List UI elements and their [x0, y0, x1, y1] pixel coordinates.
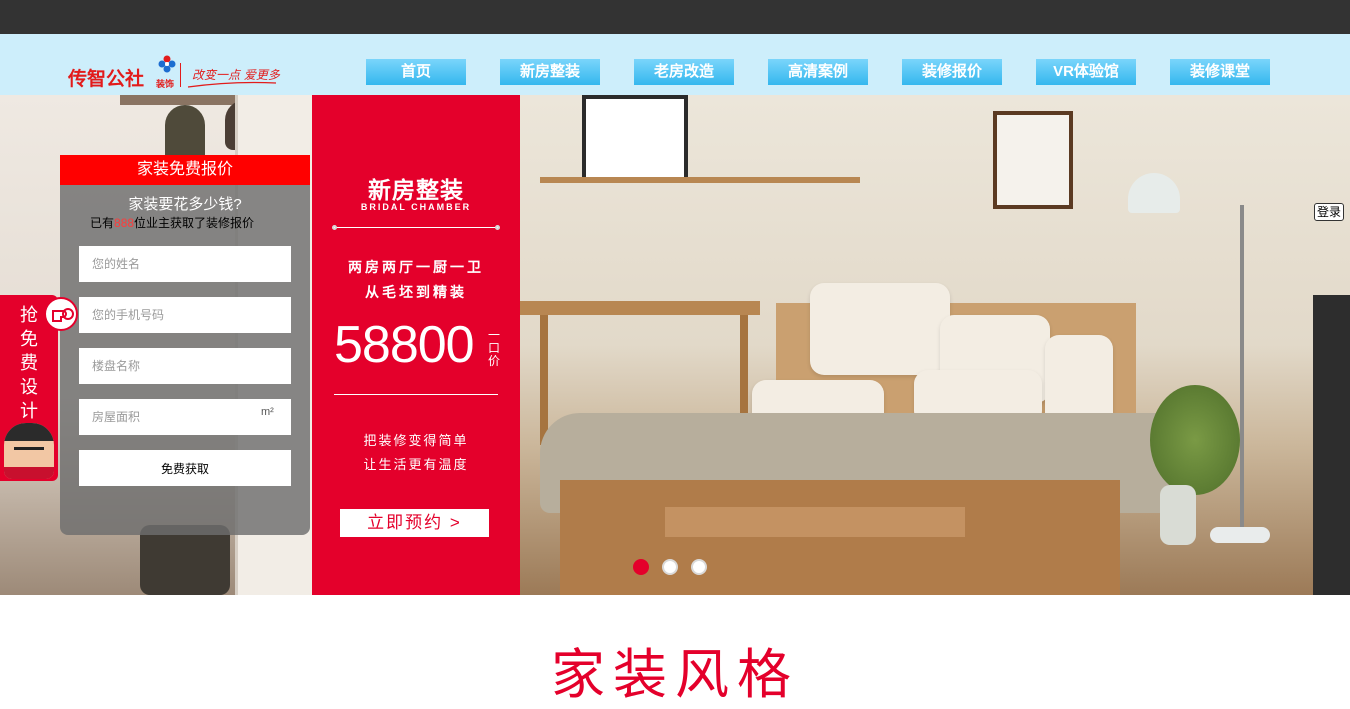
photo-desk-leg-1	[540, 315, 548, 445]
right-sidebar	[1313, 295, 1350, 595]
note-prefix: 已有	[90, 216, 115, 230]
photo-lamp-shade	[1128, 173, 1180, 213]
section-title: 家装风格	[551, 643, 799, 706]
photo-pot	[140, 525, 230, 595]
promo-desc-line2: 从毛坯到精装	[365, 284, 467, 300]
logo-brand-text: 传智公社	[68, 69, 145, 90]
promo-slogan: 把装修变得简单 让生活更有温度	[312, 429, 520, 477]
carousel-dot-3[interactable]	[691, 559, 707, 575]
promo-description: 两房两厅一厨一卫 从毛坯到精装	[312, 255, 520, 305]
nav-item-pricing[interactable]: 装修报价	[902, 59, 1002, 85]
building-input[interactable]	[79, 348, 291, 384]
photo-shelf	[540, 177, 860, 183]
quote-form-title: 家装免费报价	[60, 155, 310, 185]
banner-room-photo	[520, 95, 1350, 595]
nav-item-home[interactable]: 首页	[366, 59, 466, 85]
book-now-button[interactable]: 立即预约 >	[340, 509, 489, 537]
nav-item-cases[interactable]: 高清案例	[768, 59, 868, 85]
login-button[interactable]: 登录	[1314, 203, 1344, 221]
avatar-hair	[4, 423, 54, 441]
quote-form-note: 已有888位业主获取了装修报价	[90, 214, 305, 231]
note-suffix: 位业主获取了装修报价	[134, 216, 255, 230]
nav-item-classroom[interactable]: 装修课堂	[1170, 59, 1270, 85]
promo-price-unit: 一口价	[488, 328, 501, 368]
logo-swoosh-icon	[187, 81, 277, 88]
logo-divider	[180, 63, 181, 87]
get-quote-button[interactable]: 免费获取	[79, 450, 291, 486]
photo-frame-2	[993, 111, 1073, 209]
divider-dot-left	[332, 225, 337, 230]
note-count: 888	[114, 216, 135, 230]
photo-desk	[520, 301, 760, 315]
site-header: 传智公社 装饰 改变一点 爱更多 首页 新房整装 老房改造 高清案例 装修报价 …	[0, 34, 1350, 95]
free-design-tab[interactable]: 抢免费设计	[0, 295, 78, 481]
avatar-eyes	[14, 447, 44, 456]
photo-rail	[120, 95, 235, 105]
hand-pointer-icon	[44, 297, 78, 331]
photo-vase	[1160, 485, 1196, 545]
phone-input[interactable]	[79, 297, 291, 333]
carousel-dot-1[interactable]	[633, 559, 649, 575]
photo-bench	[665, 507, 965, 537]
photo-frame-1	[582, 95, 688, 181]
promo-subtitle: BRIDAL CHAMBER	[360, 202, 472, 212]
photo-pillow-1	[810, 283, 950, 375]
promo-price: 58800	[334, 316, 475, 374]
name-input[interactable]	[79, 246, 291, 282]
nav-item-renovation[interactable]: 老房改造	[634, 59, 734, 85]
photo-lamp-pole	[1240, 205, 1244, 535]
area-unit: m²	[261, 406, 274, 418]
site-logo[interactable]: 传智公社 装饰 改变一点 爱更多	[68, 51, 288, 91]
promo-divider-2	[334, 394, 498, 395]
nav-item-vr[interactable]: VR体验馆	[1036, 59, 1136, 85]
logo-sub-text: 装饰	[156, 79, 175, 89]
promo-divider	[332, 225, 500, 230]
area-input[interactable]	[79, 399, 291, 435]
promo-slogan-line2: 让生活更有温度	[363, 457, 469, 472]
designer-avatar	[4, 423, 54, 479]
photo-lamp-base	[1210, 527, 1270, 543]
promo-desc-line1: 两房两厅一厨一卫	[348, 259, 484, 275]
free-design-text: 抢免费设计	[20, 305, 38, 421]
promo-panel: 新房整装 BRIDAL CHAMBER 两房两厅一厨一卫 从毛坯到精装 5880…	[312, 95, 520, 595]
carousel-dot-2[interactable]	[662, 559, 678, 575]
top-bar	[0, 0, 1350, 34]
nav-item-new-house[interactable]: 新房整装	[500, 59, 600, 85]
photo-bed-frame	[560, 480, 1120, 595]
avatar-shirt	[4, 467, 54, 479]
logo-flower-icon	[158, 55, 176, 73]
promo-title: 新房整装	[368, 177, 464, 203]
quote-form: 家装免费报价 家装要花多少钱? 已有888位业主获取了装修报价 m² 免费获取	[60, 155, 310, 535]
hero-banner: 家装免费报价 家装要花多少钱? 已有888位业主获取了装修报价 m² 免费获取 …	[0, 95, 1350, 595]
divider-dot-right	[495, 225, 500, 230]
quote-form-question: 家装要花多少钱?	[128, 196, 242, 213]
photo-plant	[1150, 385, 1240, 495]
promo-slogan-line1: 把装修变得简单	[363, 433, 469, 448]
